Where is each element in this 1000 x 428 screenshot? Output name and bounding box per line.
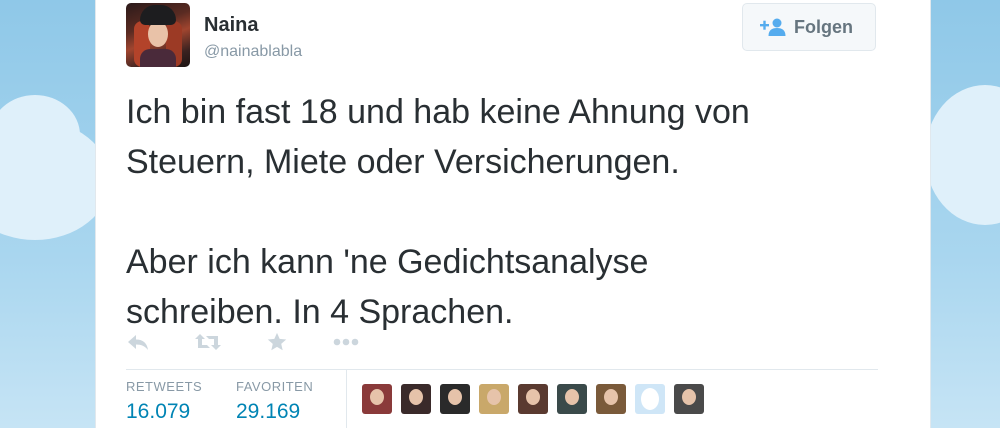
- favoriter-avatar-face: [682, 389, 696, 405]
- user-avatar[interactable]: [126, 3, 190, 67]
- favoriter-avatar-face: [565, 389, 579, 405]
- favorite-icon: [267, 332, 287, 351]
- favoriters-list: [362, 384, 713, 414]
- favoriter-avatar[interactable]: [557, 384, 587, 414]
- favoriter-avatar-face: [604, 389, 618, 405]
- tweet-text: Ich bin fast 18 und hab keine Ahnung von…: [126, 93, 750, 331]
- avatar-hat: [140, 5, 176, 25]
- favoriter-avatar[interactable]: [479, 384, 509, 414]
- favoriter-avatar-face: [487, 389, 501, 405]
- favoriter-avatar[interactable]: [440, 384, 470, 414]
- favorite-button[interactable]: [266, 331, 288, 353]
- reply-button[interactable]: [126, 332, 150, 352]
- retweet-button[interactable]: [194, 332, 222, 352]
- favoriter-avatar-face: [370, 389, 384, 405]
- retweets-stat[interactable]: RETWEETS 16.079: [126, 379, 202, 424]
- follow-button[interactable]: Folgen: [742, 3, 876, 51]
- avatar-body: [140, 49, 176, 67]
- user-handle[interactable]: @nainablabla: [204, 43, 302, 61]
- favorites-stat[interactable]: FAVORITEN 29.169: [236, 379, 313, 424]
- stats-divider: [126, 369, 878, 370]
- background-cloud-right: [925, 85, 1000, 225]
- tweet-card: Naina @nainablabla Folgen Ich bin fast 1…: [95, 0, 931, 428]
- stats-vertical-divider: [346, 370, 347, 428]
- tweet-actions: [126, 329, 404, 355]
- favorites-label: FAVORITEN: [236, 379, 314, 394]
- follow-button-label: Folgen: [794, 16, 853, 37]
- more-icon: [333, 338, 359, 346]
- retweet-icon: [195, 334, 221, 350]
- favoriter-avatar[interactable]: [635, 384, 665, 414]
- favoriter-avatar-face: [409, 389, 423, 405]
- add-user-icon: [760, 18, 786, 36]
- favorites-count: 29.169: [236, 400, 301, 423]
- user-name[interactable]: Naina: [204, 14, 258, 37]
- reply-icon: [128, 335, 148, 350]
- more-button[interactable]: [332, 337, 360, 347]
- favoriter-avatar[interactable]: [596, 384, 626, 414]
- retweets-label: RETWEETS: [126, 379, 203, 394]
- favoriter-avatar[interactable]: [518, 384, 548, 414]
- favoriter-avatar-face: [526, 389, 540, 405]
- favoriter-avatar-face: [448, 389, 462, 405]
- favoriter-avatar-face: [641, 388, 659, 410]
- favoriter-avatar[interactable]: [362, 384, 392, 414]
- retweets-count: 16.079: [126, 400, 191, 423]
- favoriter-avatar[interactable]: [674, 384, 704, 414]
- favoriter-avatar[interactable]: [401, 384, 431, 414]
